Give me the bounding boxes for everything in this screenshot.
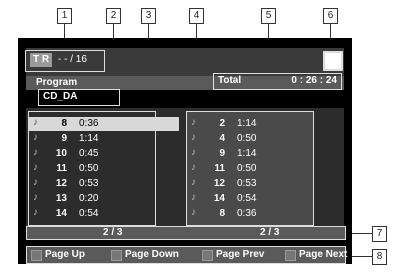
callout-3: 3 bbox=[141, 8, 156, 24]
callout-7: 7 bbox=[372, 226, 387, 242]
page-up-label: Page Up bbox=[45, 249, 86, 260]
track-number: 12 bbox=[55, 178, 67, 189]
list-item-selected[interactable]: ♪ 8 0:36 bbox=[29, 117, 179, 131]
track-number: 8 bbox=[61, 118, 67, 129]
program-list-left[interactable]: ♪ 8 0:36 ♪ 9 1:14 ♪ 10 0:45 ♪ 11 0:50 ♪ … bbox=[28, 111, 179, 226]
page-next-label: Page Next bbox=[299, 249, 348, 260]
note-icon: ♪ bbox=[191, 177, 196, 188]
note-icon: ♪ bbox=[33, 147, 38, 158]
note-icon: ♪ bbox=[191, 207, 196, 218]
note-icon: ♪ bbox=[191, 162, 196, 173]
page-prev-label: Page Prev bbox=[216, 249, 265, 260]
list-item[interactable]: ♪ 4 0:50 bbox=[187, 132, 313, 146]
osd-screen: T R - - / 16 Program CD_DA Total 0 : 26 … bbox=[18, 38, 352, 264]
track-number: 13 bbox=[55, 193, 67, 204]
total-time: 0 : 26 : 24 bbox=[291, 75, 337, 86]
callout-1: 1 bbox=[57, 8, 72, 24]
button-square-icon bbox=[31, 250, 42, 261]
callout-2: 2 bbox=[106, 8, 121, 24]
note-icon: ♪ bbox=[191, 192, 196, 203]
button-square-icon bbox=[202, 250, 213, 261]
list-item[interactable]: ♪ 14 0:54 bbox=[29, 207, 155, 221]
list-item[interactable]: ♪ 9 1:14 bbox=[187, 147, 313, 161]
callout-8-line bbox=[352, 256, 372, 257]
track-number: 12 bbox=[213, 178, 225, 189]
note-icon: ♪ bbox=[33, 207, 38, 218]
button-bar: Page Up Page Down Page Prev Page Next bbox=[26, 246, 348, 264]
list-item[interactable]: ♪ 9 1:14 bbox=[29, 132, 155, 146]
button-square-icon bbox=[285, 250, 296, 261]
track-time: 0:53 bbox=[79, 178, 99, 189]
page-indicator-box: 2 / 3 2 / 3 bbox=[26, 226, 346, 240]
list-item[interactable]: ♪ 2 1:14 bbox=[187, 117, 313, 131]
track-time: 0:20 bbox=[79, 193, 99, 204]
button-square-icon bbox=[111, 250, 122, 261]
callout-4: 4 bbox=[189, 8, 204, 24]
disc-type: CD_DA bbox=[43, 91, 78, 102]
list-item[interactable]: ♪ 10 0:45 bbox=[29, 147, 155, 161]
track-time: 0:50 bbox=[237, 163, 257, 174]
track-number: 14 bbox=[213, 193, 225, 204]
track-number: 11 bbox=[214, 163, 225, 174]
stop-square-icon bbox=[323, 51, 343, 71]
track-time: 0:54 bbox=[237, 193, 257, 204]
list-item[interactable]: ♪ 8 0:36 bbox=[187, 207, 313, 221]
program-list-right[interactable]: ♪ 2 1:14 ♪ 4 0:50 ♪ 9 1:14 ♪ 11 0:50 ♪ 1… bbox=[186, 111, 314, 226]
track-time: 0:50 bbox=[237, 133, 257, 144]
track-time: 1:14 bbox=[79, 133, 99, 144]
track-count: - - / 16 bbox=[58, 54, 87, 65]
note-icon: ♪ bbox=[191, 117, 196, 128]
callout-6: 6 bbox=[323, 8, 338, 24]
callout-8: 8 bbox=[372, 249, 387, 265]
track-number: 4 bbox=[219, 133, 225, 144]
tr-label: T R bbox=[33, 54, 50, 65]
page-down-label: Page Down bbox=[125, 249, 179, 260]
track-time: 0:36 bbox=[79, 118, 99, 129]
note-icon: ♪ bbox=[33, 117, 38, 128]
program-label: Program bbox=[36, 77, 78, 88]
page-indicator-right: 2 / 3 bbox=[260, 227, 280, 238]
track-number: 9 bbox=[219, 148, 225, 159]
tr-badge: T R bbox=[30, 53, 52, 67]
track-time: 1:14 bbox=[237, 118, 257, 129]
list-item[interactable]: ♪ 14 0:54 bbox=[187, 192, 313, 206]
list-item[interactable]: ♪ 12 0:53 bbox=[29, 177, 155, 191]
callout-7-line bbox=[352, 233, 372, 234]
note-icon: ♪ bbox=[33, 192, 38, 203]
track-number: 9 bbox=[61, 133, 67, 144]
list-item[interactable]: ♪ 12 0:53 bbox=[187, 177, 313, 191]
note-icon: ♪ bbox=[191, 132, 196, 143]
track-number: 11 bbox=[56, 163, 67, 174]
page-indicator-left: 2 / 3 bbox=[103, 227, 123, 238]
note-icon: ♪ bbox=[33, 132, 38, 143]
list-item[interactable]: ♪ 11 0:50 bbox=[187, 162, 313, 176]
track-time: 0:36 bbox=[237, 208, 257, 219]
track-number: 2 bbox=[219, 118, 225, 129]
track-time: 0:53 bbox=[237, 178, 257, 189]
track-time: 0:45 bbox=[79, 148, 99, 159]
disc-type-box: CD_DA bbox=[38, 89, 120, 106]
track-time: 0:54 bbox=[79, 208, 99, 219]
note-icon: ♪ bbox=[33, 177, 38, 188]
list-item[interactable]: ♪ 11 0:50 bbox=[29, 162, 155, 176]
track-time: 1:14 bbox=[237, 148, 257, 159]
track-time: 0:50 bbox=[79, 163, 99, 174]
total-box: Total 0 : 26 : 24 bbox=[213, 73, 342, 90]
callout-5: 5 bbox=[261, 8, 276, 24]
track-number: 10 bbox=[55, 148, 67, 159]
note-icon: ♪ bbox=[191, 147, 196, 158]
note-icon: ♪ bbox=[33, 162, 38, 173]
track-number: 8 bbox=[219, 208, 225, 219]
track-number: 14 bbox=[55, 208, 67, 219]
list-item[interactable]: ♪ 13 0:20 bbox=[29, 192, 155, 206]
total-label: Total bbox=[218, 75, 242, 86]
